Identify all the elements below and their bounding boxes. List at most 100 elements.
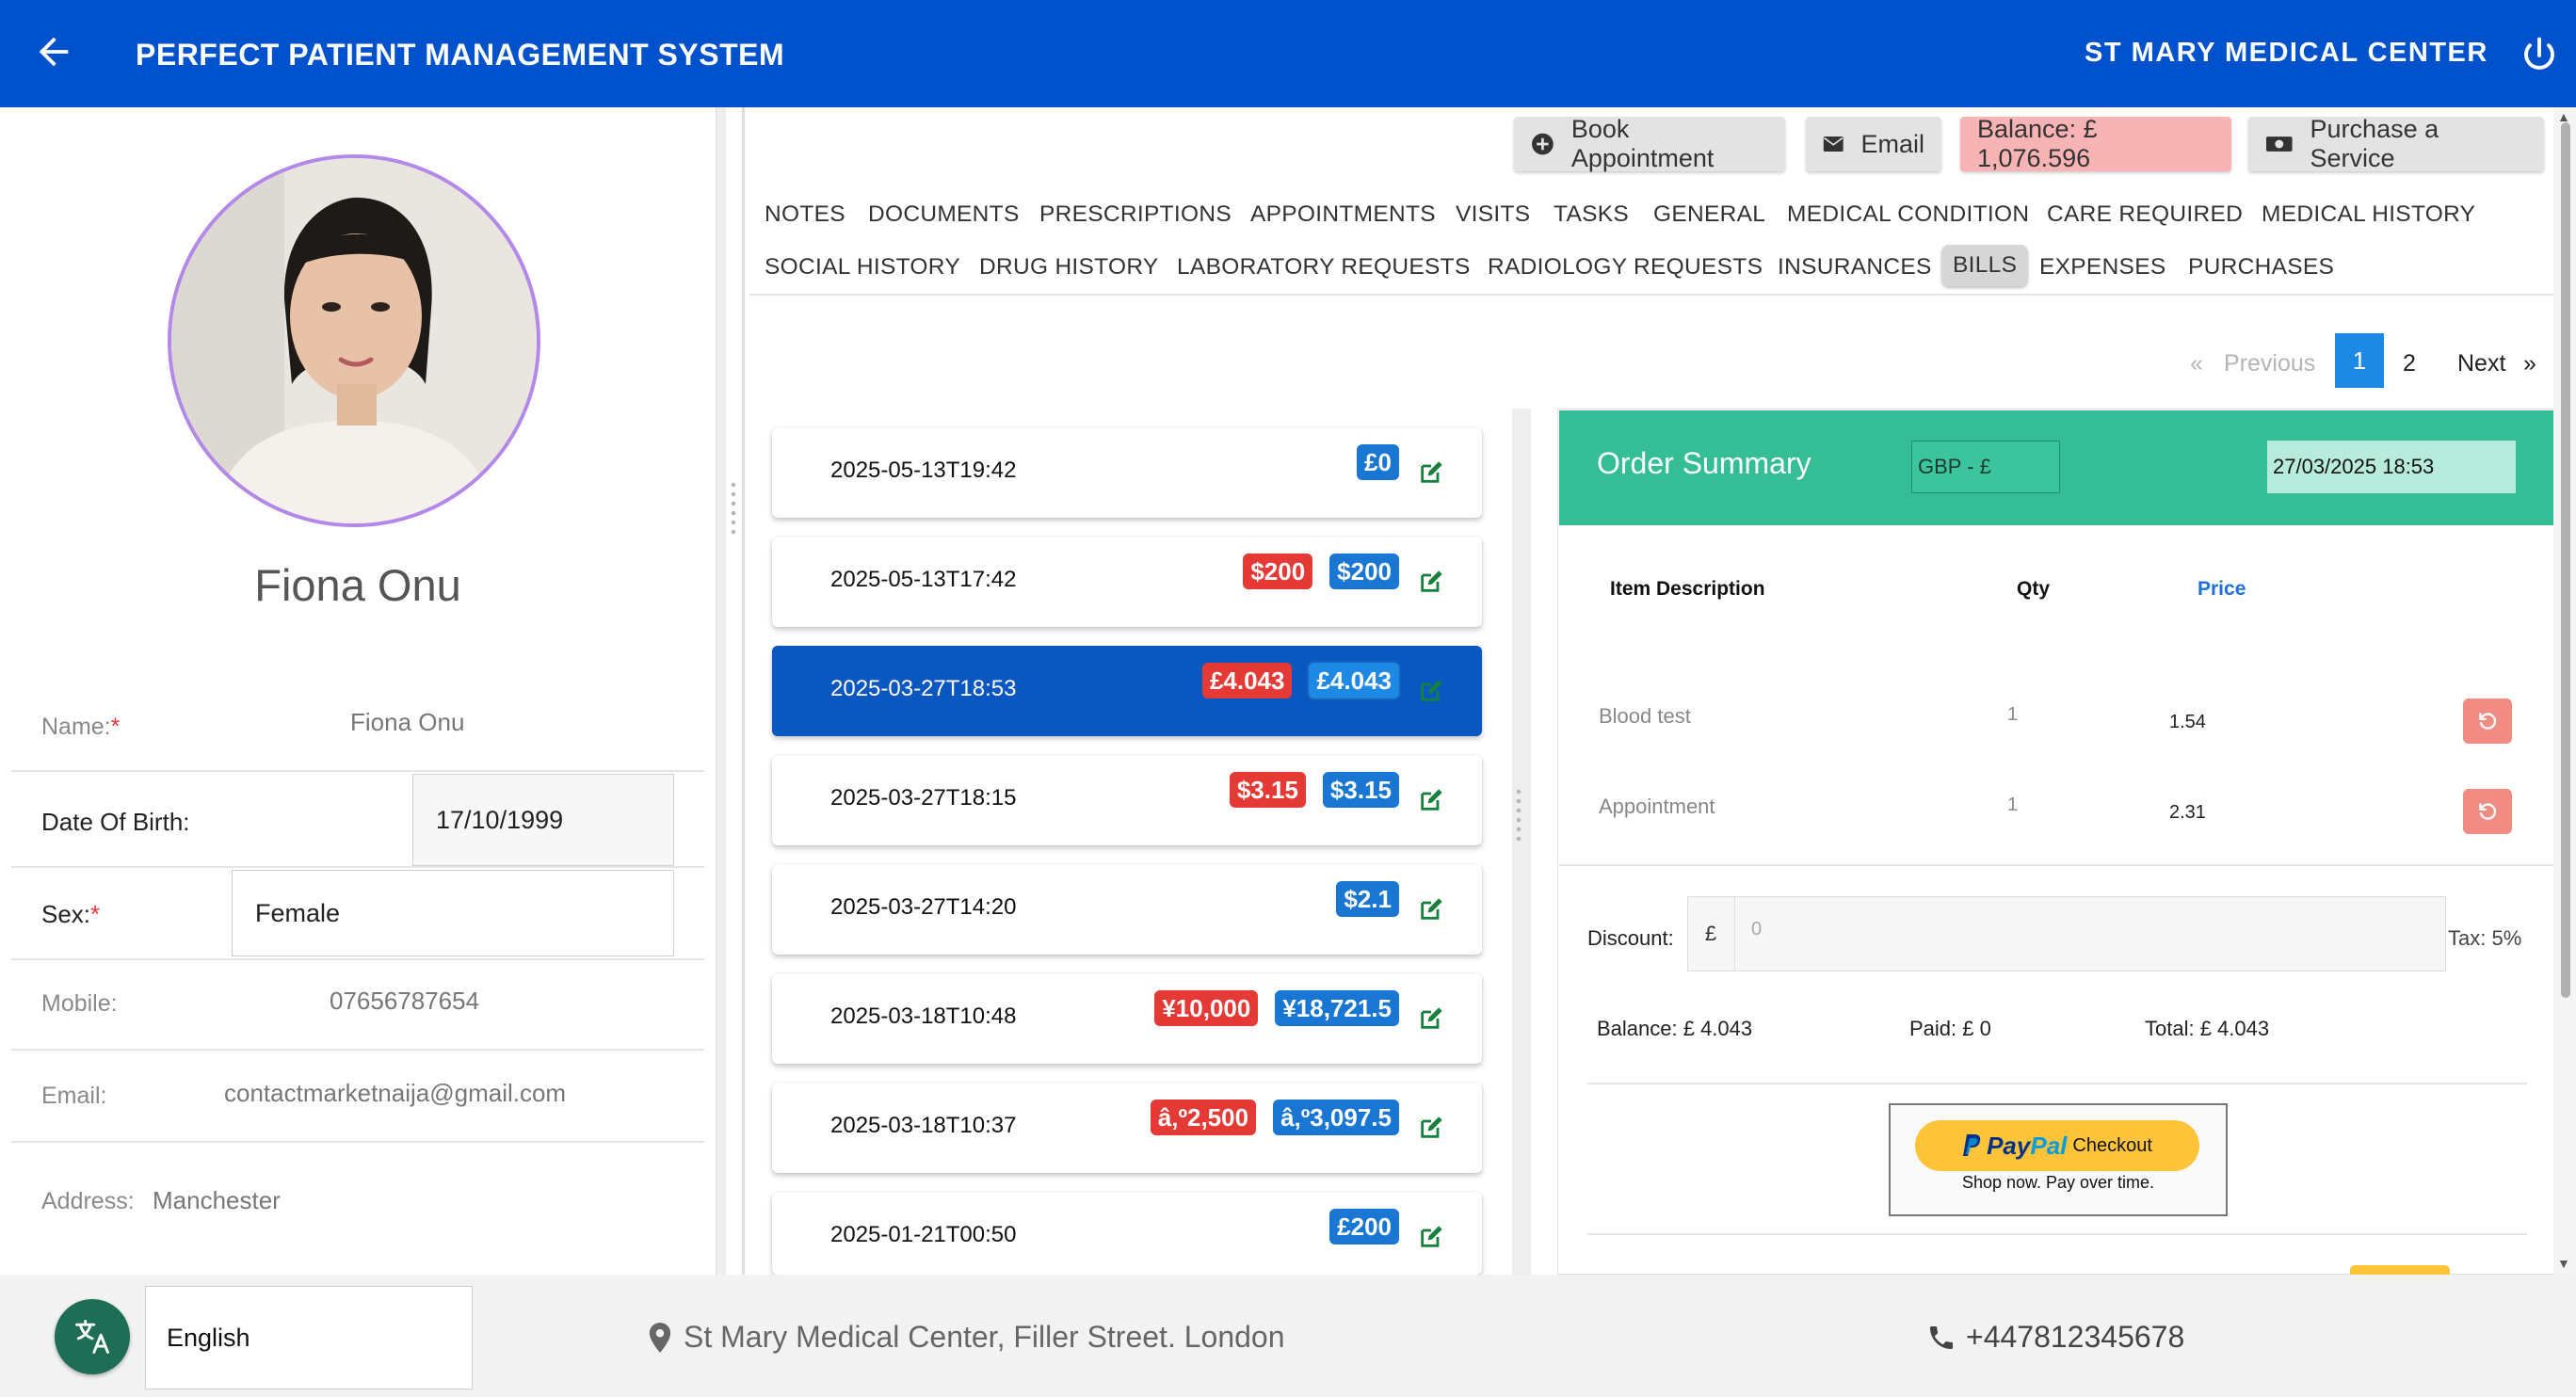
divider	[11, 1141, 704, 1143]
bill-amount-badges: £0	[1357, 444, 1399, 480]
remove-item-button[interactable]	[2463, 698, 2512, 744]
pagination-page-1[interactable]: 1	[2335, 333, 2384, 388]
undo-icon	[2479, 713, 2497, 730]
tab-prescriptions[interactable]: PRESCRIPTIONS	[1039, 201, 1232, 228]
discount-label: Discount:	[1587, 926, 1674, 950]
mobile-value: 07656787654	[330, 987, 480, 1015]
tab-insurances[interactable]: INSURANCES	[1778, 254, 1932, 281]
footer-phone[interactable]: +447812345678	[1926, 1320, 2184, 1355]
tab-notes[interactable]: NOTES	[765, 201, 845, 228]
pagination-prev-arrow: «	[2190, 350, 2203, 377]
translate-icon[interactable]	[55, 1299, 130, 1374]
patient-name-heading: Fiona Onu	[254, 560, 461, 610]
tab-visits[interactable]: VISITS	[1456, 201, 1530, 228]
tab-social-history[interactable]: SOCIAL HISTORY	[765, 254, 960, 281]
tab-general[interactable]: GENERAL	[1653, 201, 1765, 228]
tab-purchases[interactable]: PURCHASES	[2188, 254, 2334, 281]
paypal-checkout-button[interactable]: Pay Pal Checkout	[1915, 1120, 2199, 1171]
address-label: Address:	[41, 1188, 135, 1214]
bill-total-badge: $200	[1329, 554, 1399, 589]
scroll-down-arrow[interactable]: ▼	[2557, 1256, 2570, 1271]
email-value: contactmarketnaija@gmail.com	[224, 1079, 567, 1107]
pagination-next[interactable]: Next	[2457, 350, 2505, 377]
resize-handle-icon[interactable]	[1516, 787, 1521, 843]
bill-total-badge: £0	[1357, 444, 1399, 480]
edit-icon[interactable]	[1418, 569, 1444, 595]
translate-glyph-icon	[75, 1320, 109, 1354]
edit-icon[interactable]	[1418, 787, 1444, 813]
tab-drug-history[interactable]: DRUG HISTORY	[979, 254, 1159, 281]
bill-amount-badges: $3.15 $3.15	[1229, 772, 1399, 808]
patient-photo-image	[171, 158, 537, 523]
money-icon	[2265, 136, 2293, 152]
dob-label: Date Of Birth:	[41, 808, 190, 836]
balance-button[interactable]: Balance: £ 1,076.596	[1960, 115, 2231, 172]
bill-total-badge: ¥18,721.5	[1275, 990, 1399, 1026]
pagination-page-2[interactable]: 2	[2403, 350, 2416, 377]
panel-divider[interactable]	[716, 107, 726, 1275]
paypal-logo-icon	[1963, 1134, 1981, 1156]
edit-icon[interactable]	[1418, 1115, 1444, 1141]
bill-list-item[interactable]: 2025-03-27T14:20 $2.1	[772, 864, 1482, 955]
tab-medical-history[interactable]: MEDICAL HISTORY	[2262, 201, 2475, 228]
bill-list-item[interactable]: 2025-03-18T10:48 ¥10,000 ¥18,721.5	[772, 973, 1482, 1064]
item-price: 1.54	[2169, 712, 2206, 732]
sex-field[interactable]: Female	[232, 870, 674, 956]
tab-medical-condition[interactable]: MEDICAL CONDITION	[1787, 201, 2029, 228]
email-label: Email:	[41, 1083, 107, 1109]
tab-documents[interactable]: DOCUMENTS	[868, 201, 1020, 228]
tab-appointments[interactable]: APPOINTMENTS	[1250, 201, 1436, 228]
edit-icon[interactable]	[1418, 678, 1444, 704]
tab-expenses[interactable]: EXPENSES	[2039, 254, 2165, 281]
bill-date: 2025-03-27T18:15	[830, 785, 1017, 811]
bill-list-item[interactable]: 2025-03-27T18:15 $3.15 $3.15	[772, 755, 1482, 845]
currency-select[interactable]: GBP - £	[1911, 441, 2060, 493]
bill-list-item[interactable]: 2025-05-13T17:42 $200 $200	[772, 537, 1482, 627]
tabs-divider	[749, 294, 2567, 296]
back-arrow-icon[interactable]	[32, 30, 75, 73]
list-divider[interactable]	[1512, 409, 1531, 1275]
email-button[interactable]: Email	[1806, 117, 1941, 171]
bill-list-item[interactable]: 2025-03-18T10:37 â‚º2,500 â‚º3,097.5	[772, 1083, 1482, 1173]
bill-amount-badges: â‚º2,500 â‚º3,097.5	[1150, 1100, 1399, 1135]
paypal-wordmark-pal: Pal	[2030, 1131, 2068, 1160]
item-qty: 1	[2007, 795, 2019, 815]
bill-date: 2025-01-21T00:50	[830, 1222, 1017, 1247]
edit-icon[interactable]	[1418, 1005, 1444, 1032]
dob-field[interactable]: 17/10/1999	[412, 774, 674, 866]
tab-care-required[interactable]: CARE REQUIRED	[2047, 201, 2243, 228]
tab-tasks[interactable]: TASKS	[1554, 201, 1629, 228]
discount-input[interactable]	[1687, 896, 2446, 971]
yellow-button-edge[interactable]	[2350, 1265, 2450, 1275]
purchase-service-button[interactable]: Purchase a Service	[2248, 115, 2544, 172]
tab-laboratory-requests[interactable]: LABORATORY REQUESTS	[1177, 254, 1471, 281]
edit-icon[interactable]	[1418, 459, 1444, 486]
app-title: PERFECT PATIENT MANAGEMENT SYSTEM	[136, 38, 785, 72]
edit-icon[interactable]	[1418, 1224, 1444, 1250]
col-item-description: Item Description	[1610, 578, 1765, 600]
tab-bills[interactable]: BILLS	[1941, 245, 2029, 286]
bill-list-item[interactable]: 2025-03-27T18:53 £4.043 £4.043	[772, 646, 1482, 736]
edit-icon[interactable]	[1418, 896, 1444, 923]
bill-list-item[interactable]: 2025-01-21T00:50 £200	[772, 1192, 1482, 1275]
pagination-next-arrow[interactable]: »	[2523, 350, 2536, 377]
power-icon[interactable]	[2520, 36, 2559, 75]
bill-list-item[interactable]: 2025-05-13T19:42 £0	[772, 427, 1482, 518]
language-select[interactable]: English	[145, 1286, 473, 1389]
bill-date: 2025-03-27T14:20	[830, 894, 1017, 920]
col-price[interactable]: Price	[2198, 578, 2246, 601]
envelope-icon	[1823, 136, 1843, 153]
order-datetime-field[interactable]: 27/03/2025 18:53	[2267, 441, 2516, 493]
tab-radiology-requests[interactable]: RADIOLOGY REQUESTS	[1488, 254, 1763, 281]
plus-circle-icon	[1532, 133, 1554, 155]
phone-icon	[1930, 1325, 1953, 1349]
mobile-label: Mobile:	[41, 990, 118, 1017]
resize-handle-icon[interactable]	[731, 480, 736, 537]
paypal-wordmark-pay: Pay	[1987, 1131, 2031, 1160]
item-description: Blood test	[1599, 704, 1691, 728]
bill-total-badge: â‚º3,097.5	[1273, 1100, 1399, 1135]
scrollbar-thumb[interactable]	[2561, 122, 2570, 998]
book-appointment-button[interactable]: Book Appointment	[1514, 115, 1785, 172]
remove-item-button[interactable]	[2463, 789, 2512, 834]
discount-currency: £	[1687, 896, 1735, 971]
